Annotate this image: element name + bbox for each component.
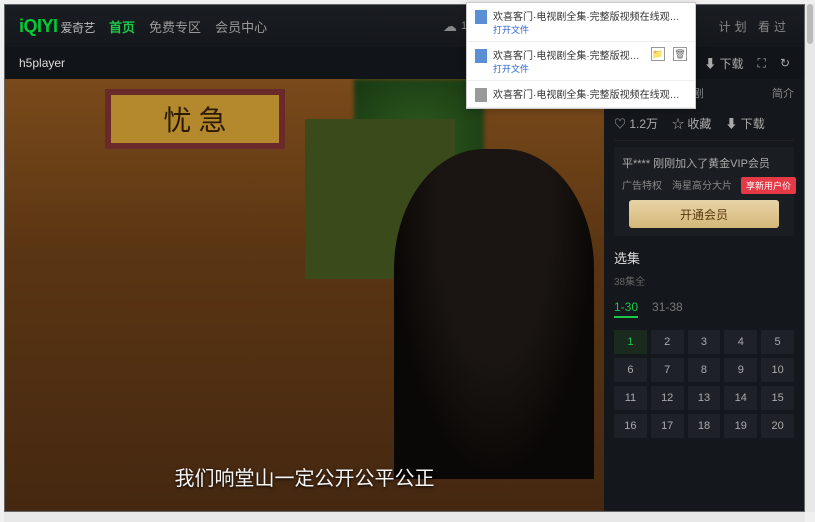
vip-promo-box: 平**** 刚刚加入了黄金VIP会员 广告特权 海星高分大片 1080P 开通会… (614, 147, 794, 236)
episode-17[interactable]: 17 (651, 414, 684, 438)
refresh-icon[interactable]: ↻ (780, 56, 790, 70)
episode-12[interactable]: 12 (651, 386, 684, 410)
vip-tag: 广告特权 (622, 177, 662, 192)
horizontal-scrollbar[interactable] (4, 512, 805, 522)
download-title: 欢喜客门·电视剧全集·完整版视频在线观看·爱奇艺_2'5... (493, 8, 687, 23)
episode-title: 选集 (614, 248, 794, 267)
episode-range-1[interactable]: 1-30 (614, 298, 638, 318)
episode-20[interactable]: 20 (761, 414, 794, 438)
episode-2[interactable]: 2 (651, 330, 684, 354)
episode-13[interactable]: 13 (688, 386, 721, 410)
info-sidebar: 8.4分 · 农村 · 喜剧 简介 ♡ 1.2万 ☆ 收藏 ⬇ 下载 平****… (604, 79, 804, 511)
download-item[interactable]: 欢喜客门·电视剧全集·完整版视频在线观看·爱奇艺_2'5...打开文件 (467, 3, 695, 42)
episode-9[interactable]: 9 (724, 358, 757, 382)
episode-4[interactable]: 4 (724, 330, 757, 354)
episode-16[interactable]: 16 (614, 414, 647, 438)
episode-1[interactable]: 1 (614, 330, 647, 354)
episode-8[interactable]: 8 (688, 358, 721, 382)
episode-10[interactable]: 10 (761, 358, 794, 382)
downloads-popup: 欢喜客门·电视剧全集·完整版视频在线观看·爱奇艺_2'5...打开文件欢喜客门·… (466, 2, 696, 109)
file-icon (475, 10, 487, 24)
download-item[interactable]: 欢喜客门·电视剧全集·完整版视频在线观看·爱奇艺_vid... (467, 81, 695, 108)
logo[interactable]: iQIYI 爱奇艺 (19, 16, 95, 37)
episode-19[interactable]: 19 (724, 414, 757, 438)
episode-6[interactable]: 6 (614, 358, 647, 382)
vertical-scrollbar[interactable] (805, 4, 815, 512)
folder-icon[interactable]: 📁 (651, 47, 665, 61)
episode-3[interactable]: 3 (688, 330, 721, 354)
logo-en: iQIYI (19, 16, 58, 37)
download-title: 欢喜客门·电视剧全集·完整版视频在线观看·爱奇艺_vid... (493, 86, 687, 101)
file-icon (475, 49, 487, 63)
episode-15[interactable]: 15 (761, 386, 794, 410)
episode-range-2[interactable]: 31-38 (652, 298, 683, 318)
nav-member[interactable]: 会员中心 (215, 17, 267, 36)
vip-tag: 海星高分大片 (672, 177, 732, 192)
episode-7[interactable]: 7 (651, 358, 684, 382)
open-vip-button[interactable]: 开通会员 (629, 200, 779, 228)
episode-5[interactable]: 5 (761, 330, 794, 354)
episode-14[interactable]: 14 (724, 386, 757, 410)
download-item[interactable]: 欢喜客门·电视剧全集·完整版视频在线...打开文件 📁 🗑 (467, 42, 695, 81)
top-right-links[interactable]: 计划 看过 (719, 18, 790, 35)
episode-grid: 1234567891011121314151617181920 (614, 330, 794, 438)
nav-home[interactable]: 首页 (109, 17, 135, 36)
episode-18[interactable]: 18 (688, 414, 721, 438)
vip-message: 平**** 刚刚加入了黄金VIP会员 (622, 155, 786, 171)
download-button[interactable]: ⬇ 下载 (704, 55, 743, 72)
episode-11[interactable]: 11 (614, 386, 647, 410)
episode-count: 38集全 (614, 273, 794, 288)
player-label: h5player (19, 56, 65, 70)
logo-cn: 爱奇艺 (61, 19, 96, 36)
open-file-link[interactable]: 打开文件 (493, 62, 645, 75)
file-icon (475, 88, 487, 102)
delete-icon[interactable]: 🗑 (673, 47, 687, 61)
download-title: 欢喜客门·电视剧全集·完整版视频在线... (493, 47, 645, 62)
video-player[interactable]: 忧 急 我们响堂山一定公开公平公正 (5, 79, 604, 511)
video-subtitle: 我们响堂山一定公开公平公正 (5, 462, 604, 491)
intro-link[interactable]: 简介 (772, 85, 794, 101)
weather-icon: ☁ (443, 18, 457, 35)
vip-ribbon: 享新用户价 (741, 177, 796, 194)
fullscreen-icon[interactable]: ⛶ (758, 56, 766, 71)
nav-free[interactable]: 免费专区 (149, 17, 201, 36)
like-button[interactable]: ♡ 1.2万 (614, 115, 658, 132)
open-file-link[interactable]: 打开文件 (493, 23, 687, 36)
download-action[interactable]: ⬇ 下载 (725, 115, 764, 132)
favorite-button[interactable]: ☆ 收藏 (672, 115, 711, 132)
